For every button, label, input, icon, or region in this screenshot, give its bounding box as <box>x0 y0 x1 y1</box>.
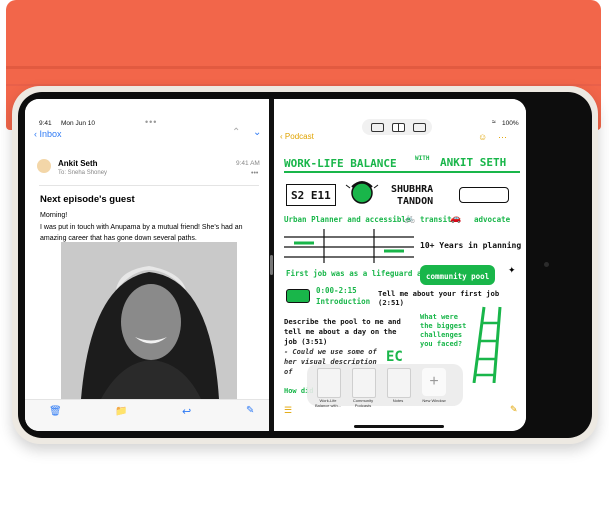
shelf-window-3[interactable] <box>387 368 411 398</box>
bike-icon: 🚲 <box>404 213 416 223</box>
notes-pane: ≈ 100% ‹ Podcast ☺ ⋯ WORK-LIFE BALANCE W… <box>274 99 526 431</box>
podcast-label: Podcast <box>284 132 314 141</box>
guest-last-name: TANDON <box>397 196 434 207</box>
guest-sketch <box>345 181 379 204</box>
episode-box: S2 E11 <box>286 184 336 206</box>
notes-timer: 0:00-2:15 <box>316 286 357 295</box>
community-pool-label: community pool <box>426 272 490 281</box>
back-to-inbox-button[interactable]: ‹ Inbox <box>34 129 62 139</box>
notes-occupation: Urban Planner and accessible <box>284 215 411 224</box>
chevron-down-icon[interactable]: ⌄ <box>253 127 261 138</box>
notes-title-with: WITH <box>415 155 430 162</box>
notes-experience: 10+ Years in planning <box>420 241 522 250</box>
chevron-left-icon: ‹ <box>34 129 37 139</box>
car-icon: 🚗 <box>450 213 462 223</box>
shelf-label-1: Work-Life Balance with... <box>314 398 341 408</box>
notes-title-host: ANKIT SETH <box>440 156 507 169</box>
new-note-icon[interactable]: ✎ <box>510 404 518 415</box>
checklist-icon[interactable]: ☰ <box>284 405 292 416</box>
battery-level: 100% <box>502 120 519 127</box>
community-pool-tag: community pool <box>420 265 496 285</box>
mail-subject: Next episode's guest <box>40 194 135 205</box>
notes-title: WORK-LIFE BALANCE <box>284 157 397 170</box>
cover-fold <box>6 66 601 69</box>
ladder-sketch <box>472 306 502 383</box>
sparkle-icon: ✦ <box>508 265 516 275</box>
reply-icon[interactable]: ↩ <box>182 405 191 418</box>
slide-over-icon[interactable] <box>413 123 426 132</box>
status-time: 9:41 <box>39 120 52 127</box>
notes-advocate: advocate <box>474 215 511 224</box>
full-screen-icon[interactable] <box>371 123 384 132</box>
shelf-label-3: Notes <box>392 398 404 403</box>
trash-icon[interactable]: 🗑 <box>49 406 62 417</box>
mail-toolbar: 🗑 📁 ↩ ✎ <box>25 399 269 431</box>
front-camera <box>544 262 549 267</box>
notes-intro: Introduction <box>316 297 371 306</box>
guest-first-name: SHUBHRA <box>391 184 434 195</box>
chevron-up-icon[interactable]: ⌃ <box>232 127 240 138</box>
split-view-icon[interactable] <box>392 123 405 132</box>
multitasking-menu[interactable] <box>362 119 432 135</box>
recipient-line: To: Sneha Shoney <box>58 170 108 176</box>
mail-pane: 9:41 Mon Jun 10 ••• ‹ Inbox ⌃ ⌄ Ankit Se… <box>25 99 269 431</box>
shelf-label-2: Community Podcasts <box>352 398 374 408</box>
sender-name: Ankit Seth <box>58 159 98 168</box>
avatar <box>37 159 51 173</box>
notes-first-job: First job was as a lifeguard at a <box>286 269 436 278</box>
guest-photo <box>61 242 237 399</box>
divider <box>39 185 259 186</box>
mail-body: I was put in touch with Anupama by a mut… <box>40 224 243 242</box>
notes-question-describe: Describe the pool to me and tell me abou… <box>284 317 401 346</box>
new-window-button[interactable]: + <box>422 368 446 396</box>
notes-transit: transit <box>420 215 452 224</box>
shelf-label-4: New Window <box>422 398 446 403</box>
wifi-icon: ≈ <box>492 119 496 126</box>
shelf-window-1[interactable] <box>317 368 341 398</box>
split-view-handle[interactable] <box>270 255 273 275</box>
shelf-window-2[interactable] <box>352 368 376 398</box>
video-icon <box>286 289 310 303</box>
notes-doodle-ec: EC <box>386 349 403 365</box>
ipad-screen: 9:41 Mon Jun 10 ••• ‹ Inbox ⌃ ⌄ Ankit Se… <box>25 99 526 431</box>
episode-number: S2 E11 <box>291 189 331 202</box>
inbox-label: Inbox <box>39 129 62 139</box>
mail-greeting: Morning! <box>40 212 68 219</box>
mail-time: 9:41 AM <box>236 160 260 167</box>
notes-question-challenges: What were the biggest challenges you fac… <box>420 313 467 348</box>
app-shelf: + Work-Life Balance with... Community Po… <box>307 364 463 408</box>
share-icon[interactable]: ☺ <box>478 132 487 142</box>
home-indicator[interactable] <box>354 425 444 428</box>
folder-icon[interactable]: 📁 <box>115 406 127 417</box>
more-options-icon[interactable]: ⋯ <box>498 132 507 143</box>
chevron-left-icon: ‹ <box>280 132 283 141</box>
compose-icon[interactable]: ✎ <box>246 405 254 416</box>
bus-sketch <box>459 187 509 203</box>
status-date: Mon Jun 10 <box>61 120 95 127</box>
title-underline <box>284 171 520 173</box>
multitask-dots[interactable]: ••• <box>145 117 157 127</box>
road-sketch <box>284 229 414 263</box>
back-to-podcast-button[interactable]: ‹ Podcast <box>280 132 314 141</box>
more-icon[interactable]: ••• <box>251 170 258 177</box>
plus-icon: + <box>429 373 439 390</box>
